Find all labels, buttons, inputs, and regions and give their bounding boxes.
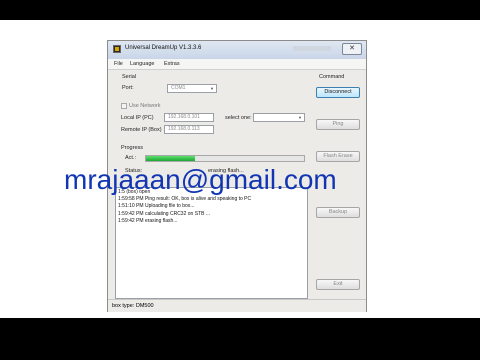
title-bar: Universal DreamUp V1.3.3.6 ✕ [108, 41, 366, 60]
progress-fill [146, 156, 195, 161]
local-ip-field[interactable]: 192.168.0.101 [164, 113, 214, 122]
log-line: 1:59:58 PM Ping result: OK, box is alive… [118, 196, 252, 203]
menu-file[interactable]: File [114, 61, 123, 67]
progress-bar [145, 155, 305, 162]
exit-button[interactable]: Exit [316, 279, 360, 290]
log-line: 1:59:42 PM calculating CRC32 on STB ... [118, 210, 210, 217]
local-ip-label: Local IP (PC) [121, 115, 154, 121]
use-network-checkbox[interactable] [121, 103, 127, 109]
box-type-text: box type: DM500 [112, 303, 154, 309]
local-ip-value: 192.168.0.101 [168, 114, 200, 120]
ping-button[interactable]: Ping [316, 119, 360, 130]
letterbox-top [0, 0, 480, 20]
port-select[interactable]: COM1 ▼ [167, 84, 217, 93]
network-select[interactable]: ▼ [253, 113, 305, 122]
flash-erase-button[interactable]: Flash Erase [316, 151, 360, 162]
email-watermark: mrajaaan@gmail.com [64, 164, 337, 195]
port-value: COM1 [171, 85, 186, 91]
backup-button[interactable]: Backup [316, 207, 360, 218]
log-line: 1:59:42 PM erasing flash... [118, 217, 178, 224]
use-network-label: Use Network [129, 103, 161, 109]
serial-group-label: Serial [122, 74, 137, 80]
chevron-down-icon: ▼ [298, 115, 302, 120]
remote-ip-field[interactable]: 192.168.0.113 [164, 125, 214, 134]
log-textarea[interactable]: 1:5 (box) open 1:59:58 PM Ping result: O… [115, 187, 308, 299]
command-group-label: Command [319, 74, 345, 80]
select-one-label: select one: [225, 115, 252, 121]
remote-ip-label: Remote IP (Box) [121, 127, 162, 133]
video-frame: Universal DreamUp V1.3.3.6 ✕ File Langua… [0, 0, 480, 360]
menu-bar: File Language Extras [108, 59, 366, 70]
log-line: 1:51:10 PM Uploading file to box... [118, 203, 195, 210]
blurred-region [293, 46, 331, 51]
menu-extras[interactable]: Extras [164, 61, 180, 67]
menu-language[interactable]: Language [130, 61, 154, 67]
chevron-down-icon: ▼ [210, 86, 214, 91]
close-button[interactable]: ✕ [342, 43, 362, 55]
window-title: Universal DreamUp V1.3.3.6 [125, 45, 202, 51]
port-label: Port: [122, 85, 134, 91]
remote-ip-value: 192.168.0.113 [168, 126, 200, 132]
letterbox-bottom [0, 318, 480, 360]
disconnect-button[interactable]: Disconnect [316, 87, 360, 98]
act-label: Act.: [125, 155, 137, 161]
app-icon [113, 45, 121, 53]
progress-group-label: Progress [121, 145, 144, 151]
status-bar: box type: DM500 [108, 299, 366, 312]
